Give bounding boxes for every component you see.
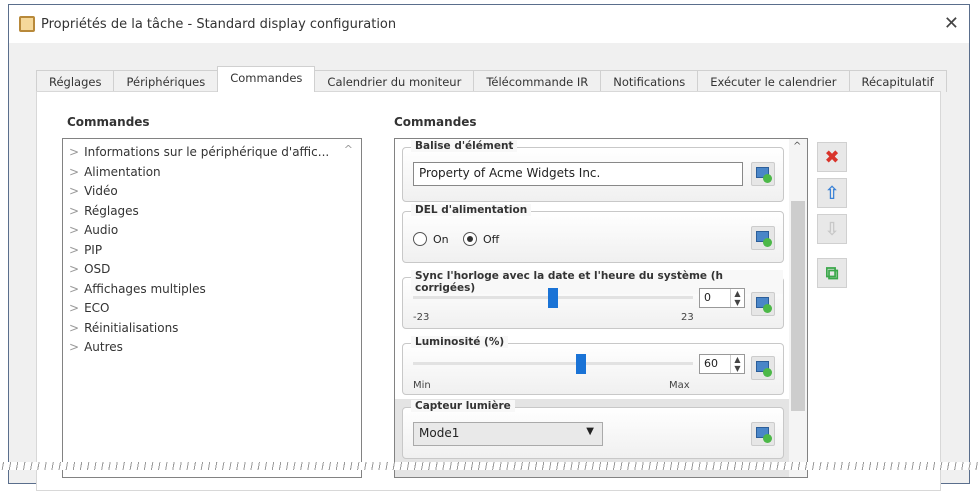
lum-value: 60 [704,357,718,370]
lum-min: Min [413,380,431,391]
chevron-right-icon: > [69,301,80,315]
commandes-panel: Commandes ^ > Informations sur le périphé… [36,91,941,491]
radio-off[interactable]: Off [463,232,499,246]
chevron-right-icon: > [69,223,80,237]
apply-icon[interactable] [751,292,775,316]
list-item[interactable]: > Affichages multiples [69,280,355,300]
scrollbar-thumb[interactable] [791,201,805,411]
sync-max: 23 [681,312,694,323]
tab-bar: Réglages Périphériques Commandes Calendr… [36,66,947,92]
list-item-label: Audio [84,223,119,237]
apply-icon[interactable] [751,422,775,446]
radio-on-label: On [433,232,449,246]
command-category-list[interactable]: ^ > Informations sur le périphérique d'af… [62,138,362,478]
list-item[interactable]: > Informations sur le périphérique d'affi… [69,143,355,163]
dropdown-arrow-icon: ▼ [586,426,594,437]
list-item-label: Réglages [84,203,139,218]
chevron-right-icon: > [69,184,80,198]
list-item[interactable]: > Audio [69,221,355,241]
sync-spinner[interactable]: 0 ▲ ▼ [699,288,745,308]
list-item-label: ECO [84,301,110,315]
list-item[interactable]: > Réglages [69,202,355,222]
slider-thumb[interactable] [548,288,558,308]
luminosite-label: Luminosité (%) [411,336,509,348]
chevron-right-icon: > [69,340,80,354]
capteur-label: Capteur lumière [411,400,515,412]
sync-value: 0 [704,291,711,304]
list-item[interactable]: > Réinitialisations [69,319,355,339]
sync-min: -23 [413,312,430,323]
tab-commandes[interactable]: Commandes [217,66,316,92]
window-title: Propriétés de la tâche - Standard displa… [41,16,397,32]
move-up-button[interactable]: ⇧ [817,178,847,208]
list-item[interactable]: > ECO [69,299,355,319]
task-icon [19,16,35,32]
list-item-label: Alimentation [84,164,161,179]
apply-icon[interactable] [751,226,775,250]
scroll-up-icon[interactable]: ^ [793,141,801,152]
task-properties-window: Propriétés de la tâche - Standard displa… [8,4,970,491]
slider-thumb[interactable] [576,354,586,374]
list-item-label: PIP [84,242,103,257]
tab-telecommande-ir[interactable]: Télécommande IR [473,70,602,92]
title-bar: Propriétés de la tâche - Standard displa… [9,5,969,43]
tab-executer-calendrier[interactable]: Exécuter le calendrier [697,70,850,92]
chevron-right-icon: > [69,281,80,296]
del-group: DEL d'alimentation On Off [402,204,784,263]
capteur-group: Capteur lumière Mode1 ▼ [402,400,784,459]
move-down-button[interactable]: ⇩ [817,214,847,244]
radio-on[interactable]: On [413,232,449,246]
close-button[interactable]: ✕ [944,13,959,34]
capteur-value: Mode1 [419,426,460,440]
scrollbar[interactable]: ^ [789,139,807,477]
list-item-label: Affichages multiples [84,281,206,296]
left-group-label: Commandes [67,115,150,129]
chevron-right-icon: > [69,203,80,218]
list-item[interactable]: > PIP [69,241,355,261]
list-item-label: OSD [84,262,111,276]
list-item-label: Informations sur le périphérique d'affic… [84,145,330,159]
radio-off-label: Off [483,232,500,246]
tab-reglages[interactable]: Réglages [36,70,115,92]
list-item-label: Vidéo [84,184,118,198]
list-item-label: Autres [84,340,123,354]
apply-icon[interactable] [751,356,775,380]
command-settings-scroller: Balise d'élément Property of Acme Widget… [394,138,808,478]
list-item[interactable]: > Autres [69,338,355,358]
balise-label: Balise d'élément [411,140,518,152]
balise-input[interactable]: Property of Acme Widgets Inc. [413,162,743,186]
list-item[interactable]: > Alimentation [69,163,355,183]
delete-button[interactable]: ✖ [817,142,847,172]
chevron-right-icon: > [69,242,80,257]
sync-slider[interactable] [413,288,693,308]
sync-group: Sync l'horloge avec la date et l'heure d… [402,270,784,329]
apply-icon[interactable] [751,162,775,186]
list-item-label: Réinitialisations [84,320,179,335]
luminosite-slider[interactable] [413,354,693,374]
chevron-right-icon: > [69,164,80,179]
lum-max: Max [669,380,690,391]
tab-calendrier-moniteur[interactable]: Calendrier du moniteur [314,70,475,92]
tab-notifications[interactable]: Notifications [600,70,699,92]
tab-recapitulatif[interactable]: Récapitulatif [848,70,947,92]
torn-edge [0,462,978,470]
chevron-right-icon: > [69,145,80,159]
balise-group: Balise d'élément Property of Acme Widget… [402,140,784,202]
del-label: DEL d'alimentation [411,204,532,216]
chevron-right-icon: > [69,262,80,276]
right-group-label: Commandes [394,115,477,129]
copy-button[interactable]: ⧉ [817,258,847,288]
tab-peripheriques[interactable]: Périphériques [113,70,219,92]
luminosite-group: Luminosité (%) Min Max 60 ▲ ▼ [402,336,784,395]
luminosite-spinner[interactable]: 60 ▲ ▼ [699,354,745,374]
scroll-up-icon[interactable]: ^ [344,143,353,156]
list-item[interactable]: > OSD [69,260,355,280]
list-item[interactable]: > Vidéo [69,182,355,202]
chevron-right-icon: > [69,320,80,335]
capteur-select[interactable]: Mode1 ▼ [413,422,603,446]
